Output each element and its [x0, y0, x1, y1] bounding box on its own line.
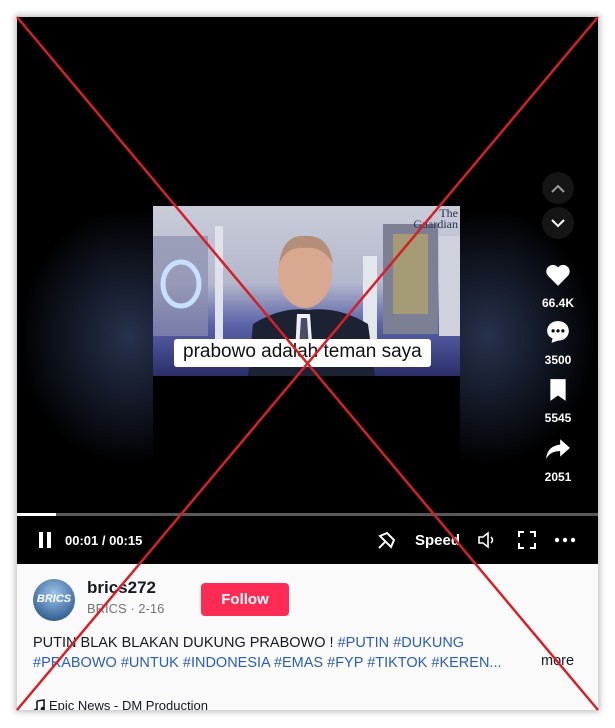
- save-button[interactable]: 5545: [532, 378, 584, 425]
- progress-fill: [17, 513, 56, 516]
- music-link[interactable]: Epic News - DM Production: [33, 698, 208, 710]
- more-options-button[interactable]: [554, 520, 576, 560]
- video-subtitle: prabowo adalah teman saya: [174, 339, 431, 367]
- video-post-card: The Guardian prabowo adalah teman saya 6…: [17, 17, 598, 710]
- avatar[interactable]: BRICS: [33, 579, 75, 621]
- time-display: 00:01 / 00:15: [65, 532, 143, 548]
- share-count: 2051: [544, 470, 572, 484]
- video-frame[interactable]: The Guardian prabowo adalah teman saya: [153, 206, 460, 530]
- hashtag-link[interactable]: #FYP: [327, 655, 363, 671]
- follow-button[interactable]: Follow: [201, 583, 289, 616]
- next-video-button[interactable]: [542, 207, 574, 239]
- fullscreen-icon: [518, 531, 536, 549]
- hashtag-link[interactable]: #TIKTOK: [367, 655, 427, 671]
- like-count: 66.4K: [541, 296, 575, 310]
- hashtag-link[interactable]: #DUKUNG: [393, 635, 464, 651]
- hashtag-link[interactable]: #EMAS: [274, 655, 323, 671]
- heart-icon: [546, 264, 570, 286]
- fullscreen-button[interactable]: [517, 520, 537, 560]
- more-icon: [554, 537, 576, 543]
- post-meta: BRICS brics272 BRICS · 2-16 Follow PUTIN…: [17, 564, 598, 710]
- music-title: Epic News - DM Production: [49, 698, 208, 710]
- hashtag-link[interactable]: #PUTIN: [338, 635, 390, 651]
- watermark: The Guardian: [413, 206, 458, 231]
- volume-icon: [478, 531, 494, 549]
- progress-bar[interactable]: [17, 513, 598, 516]
- pip-button[interactable]: [377, 520, 397, 560]
- pause-icon: [39, 532, 51, 548]
- volume-button[interactable]: [477, 520, 499, 560]
- username[interactable]: brics272: [87, 578, 156, 598]
- video-player[interactable]: The Guardian prabowo adalah teman saya 6…: [17, 17, 598, 564]
- pause-button[interactable]: [37, 520, 53, 560]
- like-button[interactable]: 66.4K: [532, 263, 584, 310]
- previous-video-button[interactable]: [542, 172, 574, 204]
- hashtag-link[interactable]: #PRABOWO: [33, 655, 117, 671]
- player-controls: 00:01 / 00:15 Speed: [17, 520, 598, 560]
- blurred-backdrop-left: [17, 207, 157, 467]
- comment-icon: [547, 321, 569, 343]
- speed-button[interactable]: Speed: [415, 520, 460, 560]
- caption-text: PUTIN BLAK BLAKAN DUKUNG PRABOWO !: [33, 635, 338, 651]
- comment-button[interactable]: 3500: [532, 320, 584, 367]
- hashtag-link[interactable]: #UNTUK: [121, 655, 179, 671]
- video-scene: The Guardian prabowo adalah teman saya: [153, 206, 460, 376]
- caption: PUTIN BLAK BLAKAN DUKUNG PRABOWO ! #PUTI…: [33, 633, 533, 673]
- share-icon: [546, 439, 570, 459]
- more-link[interactable]: more: [541, 653, 574, 669]
- hashtag-link[interactable]: #INDONESIA: [183, 655, 270, 671]
- save-count: 5545: [544, 411, 572, 425]
- chevron-up-icon: [551, 184, 565, 193]
- avatar-logo-text: BRICS: [36, 593, 72, 605]
- bookmark-icon: [550, 379, 566, 401]
- chevron-down-icon: [551, 218, 565, 227]
- pip-icon: [378, 531, 396, 549]
- comment-count: 3500: [544, 353, 572, 367]
- share-button[interactable]: 2051: [532, 437, 584, 484]
- music-note-icon: [33, 698, 45, 710]
- hashtag-link[interactable]: #KEREN...: [431, 655, 501, 671]
- author-subline: BRICS · 2-16: [87, 601, 165, 616]
